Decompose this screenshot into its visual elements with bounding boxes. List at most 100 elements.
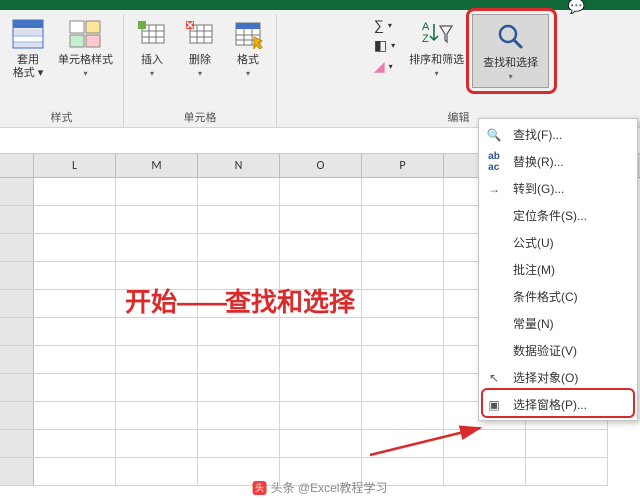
cell[interactable]	[362, 262, 444, 290]
cell[interactable]	[280, 262, 362, 290]
cell[interactable]	[34, 402, 116, 430]
cell[interactable]	[0, 374, 34, 402]
cell[interactable]	[362, 234, 444, 262]
cell[interactable]	[444, 458, 526, 486]
cell[interactable]	[280, 234, 362, 262]
cell[interactable]	[116, 234, 198, 262]
cell[interactable]	[198, 262, 280, 290]
insert-button[interactable]: 插入▾	[130, 14, 174, 82]
credit-text: 头条 @Excel教程学习	[271, 479, 388, 496]
cell[interactable]	[34, 206, 116, 234]
cell[interactable]	[198, 346, 280, 374]
menu-selection-pane[interactable]: ▣选择窗格(P)...	[479, 391, 637, 418]
menu-find[interactable]: 🔍查找(F)...	[479, 121, 637, 148]
cell-styles-button[interactable]: 单元格样式▾	[54, 14, 117, 82]
format-cells-icon	[230, 16, 266, 52]
cell[interactable]	[198, 206, 280, 234]
cell[interactable]	[362, 290, 444, 318]
cell[interactable]	[116, 458, 198, 486]
cell[interactable]	[444, 430, 526, 458]
cell[interactable]	[116, 318, 198, 346]
cell[interactable]	[362, 374, 444, 402]
cell[interactable]	[116, 262, 198, 290]
cell[interactable]	[198, 234, 280, 262]
chevron-down-icon: ▾	[388, 21, 392, 30]
cell[interactable]	[116, 346, 198, 374]
autosum-button[interactable]: ∑▾	[372, 16, 397, 34]
format-button[interactable]: 格式▾	[226, 14, 270, 82]
cell[interactable]	[362, 346, 444, 374]
cell[interactable]	[280, 402, 362, 430]
cell[interactable]	[34, 178, 116, 206]
menu-conditional-formatting[interactable]: 条件格式(C)	[479, 283, 637, 310]
cell[interactable]	[116, 290, 198, 318]
cell[interactable]	[280, 318, 362, 346]
menu-replace[interactable]: abac替换(R)...	[479, 148, 637, 175]
cell[interactable]	[116, 430, 198, 458]
col-header[interactable]: M	[116, 154, 198, 177]
cell[interactable]	[34, 318, 116, 346]
cell[interactable]	[198, 374, 280, 402]
sort-filter-button[interactable]: AZ 排序和筛选▾	[405, 14, 468, 82]
cell[interactable]	[280, 206, 362, 234]
menu-data-validation[interactable]: 数据验证(V)	[479, 337, 637, 364]
cell[interactable]	[34, 346, 116, 374]
cell[interactable]	[362, 178, 444, 206]
clear-button[interactable]: ◢▾	[372, 57, 397, 76]
cell[interactable]	[34, 262, 116, 290]
cell[interactable]	[116, 178, 198, 206]
cell[interactable]	[526, 430, 608, 458]
cell[interactable]	[34, 290, 116, 318]
menu-goto[interactable]: →转到(G)...	[479, 175, 637, 202]
cell[interactable]	[280, 178, 362, 206]
cell[interactable]	[116, 402, 198, 430]
cell[interactable]	[0, 318, 34, 346]
cell[interactable]	[280, 346, 362, 374]
cell[interactable]	[0, 290, 34, 318]
cell[interactable]	[198, 430, 280, 458]
cell[interactable]	[198, 318, 280, 346]
cell[interactable]	[362, 318, 444, 346]
menu-goto-special[interactable]: 定位条件(S)...	[479, 202, 637, 229]
cell[interactable]	[362, 402, 444, 430]
cell[interactable]	[198, 402, 280, 430]
cell[interactable]	[34, 374, 116, 402]
menu-constants[interactable]: 常量(N)	[479, 310, 637, 337]
cell[interactable]	[0, 262, 34, 290]
cell[interactable]	[0, 234, 34, 262]
fill-button[interactable]: ◧▾	[372, 36, 397, 55]
menu-select-objects[interactable]: ↖选择对象(O)	[479, 364, 637, 391]
cell[interactable]	[34, 234, 116, 262]
cell[interactable]	[280, 430, 362, 458]
format-as-table-button[interactable]: 套用格式 ▾	[6, 14, 50, 82]
cell[interactable]	[116, 374, 198, 402]
cell[interactable]	[0, 178, 34, 206]
col-header[interactable]: O	[280, 154, 362, 177]
title-bar: 💬	[0, 0, 640, 10]
cell[interactable]	[198, 178, 280, 206]
col-header[interactable]: N	[198, 154, 280, 177]
cell[interactable]	[34, 430, 116, 458]
select-all[interactable]	[0, 154, 34, 177]
cell[interactable]	[526, 458, 608, 486]
magnifier-icon: 🔍	[485, 127, 503, 143]
cell[interactable]	[362, 430, 444, 458]
cell[interactable]	[0, 402, 34, 430]
cell[interactable]	[280, 374, 362, 402]
cell[interactable]	[116, 206, 198, 234]
cell[interactable]	[198, 290, 280, 318]
cell[interactable]	[362, 206, 444, 234]
ribbon-group-editing: ∑▾ ◧▾ ◢▾ AZ 排序和筛选▾ 查找和选择▾ 编辑	[277, 14, 640, 127]
cell[interactable]	[0, 458, 34, 486]
cell[interactable]	[0, 346, 34, 374]
menu-formulas[interactable]: 公式(U)	[479, 229, 637, 256]
cell[interactable]	[0, 206, 34, 234]
delete-button[interactable]: 删除▾	[178, 14, 222, 82]
menu-comments[interactable]: 批注(M)	[479, 256, 637, 283]
col-header[interactable]: L	[34, 154, 116, 177]
cell[interactable]	[34, 458, 116, 486]
col-header[interactable]: P	[362, 154, 444, 177]
find-select-button[interactable]: 查找和选择▾	[472, 14, 549, 88]
cell[interactable]	[0, 430, 34, 458]
cell[interactable]	[280, 290, 362, 318]
